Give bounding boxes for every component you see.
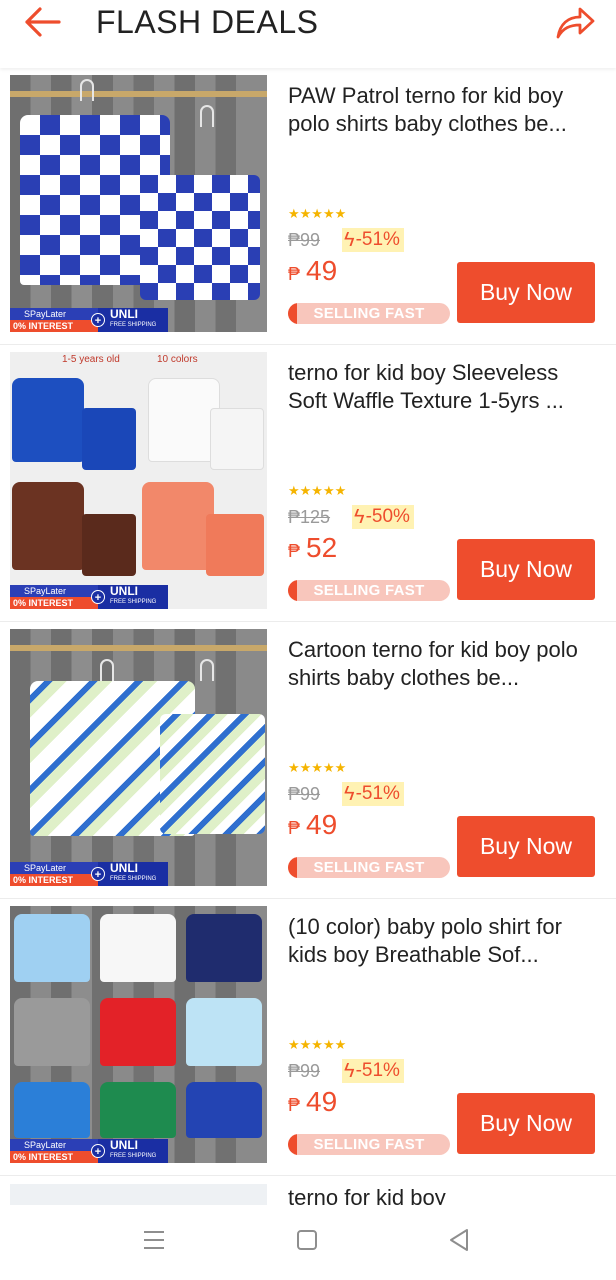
- product-image[interactable]: SPayLater 0% INTEREST UNLI FREE SHIPPING…: [10, 906, 267, 1163]
- price-amount: 49: [306, 255, 338, 286]
- original-price: ₱99: [288, 784, 321, 804]
- product-image[interactable]: SPayLater 0% INTEREST UNLI FREE SHIPPING…: [10, 629, 267, 886]
- back-triangle-icon[interactable]: [447, 1227, 471, 1253]
- age-annotation: 1-5 years old: [62, 354, 120, 365]
- selling-fast-label: SELLING FAST: [313, 1136, 425, 1153]
- product-card[interactable]: SPayLater 0% INTEREST UNLI FREE SHIPPING…: [0, 622, 616, 899]
- plus-icon: +: [91, 590, 105, 604]
- product-name[interactable]: terno for kid boy Sleeveless Soft Waffle…: [288, 359, 594, 415]
- buy-now-button[interactable]: Buy Now: [457, 539, 595, 600]
- free-shipping-label: FREE SHIPPING: [110, 322, 157, 328]
- product-image[interactable]: 1-5 years old 10 colors SPayLater 0% INT…: [10, 352, 267, 609]
- discount-badge: ϟ -50%: [352, 505, 414, 529]
- share-button[interactable]: [552, 2, 598, 42]
- home-square-icon[interactable]: [297, 1230, 317, 1250]
- free-shipping-label: FREE SHIPPING: [110, 1153, 157, 1159]
- price-amount: 52: [306, 532, 338, 563]
- free-shipping-label: FREE SHIPPING: [110, 876, 157, 882]
- selling-fast-label: SELLING FAST: [313, 582, 425, 599]
- price-amount: 49: [306, 1086, 338, 1117]
- product-name[interactable]: PAW Patrol terno for kid boy polo shirts…: [288, 82, 594, 138]
- price-amount: 49: [306, 809, 338, 840]
- free-shipping-label: FREE SHIPPING: [110, 599, 157, 605]
- share-icon: [556, 7, 595, 39]
- lightning-icon: ϟ: [344, 783, 355, 805]
- currency-symbol: ₱: [288, 264, 301, 284]
- selling-fast-bar: SELLING FAST: [288, 580, 450, 601]
- product-name[interactable]: (10 color) baby polo shirt for kids boy …: [288, 913, 594, 969]
- lightning-icon: ϟ: [344, 1060, 355, 1082]
- product-image[interactable]: SPayLater 0% INTEREST UNLI FREE SHIPPING…: [10, 75, 267, 332]
- promo-badge: SPayLater 0% INTEREST UNLI FREE SHIPPING…: [10, 308, 267, 332]
- currency-symbol: ₱: [288, 1095, 301, 1115]
- selling-fast-bar: SELLING FAST: [288, 1134, 450, 1155]
- rating-stars-icon: ★★★★★: [288, 760, 347, 775]
- discount-percent: -51%: [355, 1060, 400, 1081]
- interest-label: 0% INTEREST: [10, 320, 98, 332]
- buy-now-button[interactable]: Buy Now: [457, 1093, 595, 1154]
- currency-symbol: ₱: [288, 541, 301, 561]
- interest-label: 0% INTEREST: [10, 597, 98, 609]
- selling-fast-label: SELLING FAST: [313, 305, 425, 322]
- spaylater-label: SPayLater: [10, 1139, 98, 1151]
- lightning-icon: ϟ: [354, 506, 365, 528]
- rating-stars-icon: ★★★★★: [288, 1037, 347, 1052]
- rating-stars-icon: ★★★★★: [288, 483, 347, 498]
- discount-badge: ϟ -51%: [342, 228, 404, 252]
- product-name[interactable]: Cartoon terno for kid boy polo shirts ba…: [288, 636, 594, 692]
- promo-badge: SPayLater 0% INTEREST UNLI FREE SHIPPING…: [10, 585, 267, 609]
- plus-icon: +: [91, 867, 105, 881]
- sale-price: ₱ 49: [288, 1085, 337, 1119]
- flash-deals-page: FLASH DEALS SPayLater 0% INTEREST UNLI F…: [0, 0, 616, 1280]
- rating-stars-icon: ★★★★★: [288, 206, 347, 221]
- selling-fast-bar: SELLING FAST: [288, 303, 450, 324]
- spaylater-label: SPayLater: [10, 862, 98, 874]
- buy-now-button[interactable]: Buy Now: [457, 816, 595, 877]
- colors-annotation: 10 colors: [157, 354, 198, 365]
- spaylater-label: SPayLater: [10, 308, 98, 320]
- interest-label: 0% INTEREST: [10, 874, 98, 886]
- promo-badge: SPayLater 0% INTEREST UNLI FREE SHIPPING…: [10, 1139, 267, 1163]
- unli-label: UNLI: [110, 307, 138, 321]
- original-price: ₱125: [288, 507, 331, 527]
- currency-symbol: ₱: [288, 818, 301, 838]
- product-card[interactable]: SPayLater 0% INTEREST UNLI FREE SHIPPING…: [0, 899, 616, 1176]
- product-card[interactable]: 1-5 years old 10 colors SPayLater 0% INT…: [0, 345, 616, 622]
- lightning-icon: ϟ: [344, 229, 355, 251]
- plus-icon: +: [91, 313, 105, 327]
- system-nav-bar: [0, 1205, 616, 1280]
- discount-badge: ϟ -51%: [342, 782, 404, 806]
- product-list: SPayLater 0% INTEREST UNLI FREE SHIPPING…: [0, 68, 616, 1216]
- selling-fast-label: SELLING FAST: [313, 859, 425, 876]
- original-price: ₱99: [288, 230, 321, 250]
- menu-icon[interactable]: [143, 1229, 165, 1251]
- back-arrow-icon: [25, 7, 61, 37]
- buy-now-button[interactable]: Buy Now: [457, 262, 595, 323]
- selling-fast-bar: SELLING FAST: [288, 857, 450, 878]
- sale-price: ₱ 49: [288, 254, 337, 288]
- promo-badge: SPayLater 0% INTEREST UNLI FREE SHIPPING…: [10, 862, 267, 886]
- plus-icon: +: [91, 1144, 105, 1158]
- original-price: ₱99: [288, 1061, 321, 1081]
- unli-label: UNLI: [110, 861, 138, 875]
- unli-label: UNLI: [110, 584, 138, 598]
- interest-label: 0% INTEREST: [10, 1151, 98, 1163]
- product-card[interactable]: SPayLater 0% INTEREST UNLI FREE SHIPPING…: [0, 68, 616, 345]
- discount-percent: -51%: [355, 783, 400, 804]
- discount-percent: -51%: [355, 229, 400, 250]
- spaylater-label: SPayLater: [10, 585, 98, 597]
- sale-price: ₱ 52: [288, 531, 337, 565]
- app-header: FLASH DEALS: [0, 0, 616, 68]
- page-title: FLASH DEALS: [96, 4, 319, 40]
- unli-label: UNLI: [110, 1138, 138, 1152]
- sale-price: ₱ 49: [288, 808, 337, 842]
- discount-badge: ϟ -51%: [342, 1059, 404, 1083]
- back-button[interactable]: [20, 2, 64, 42]
- discount-percent: -50%: [365, 506, 410, 527]
